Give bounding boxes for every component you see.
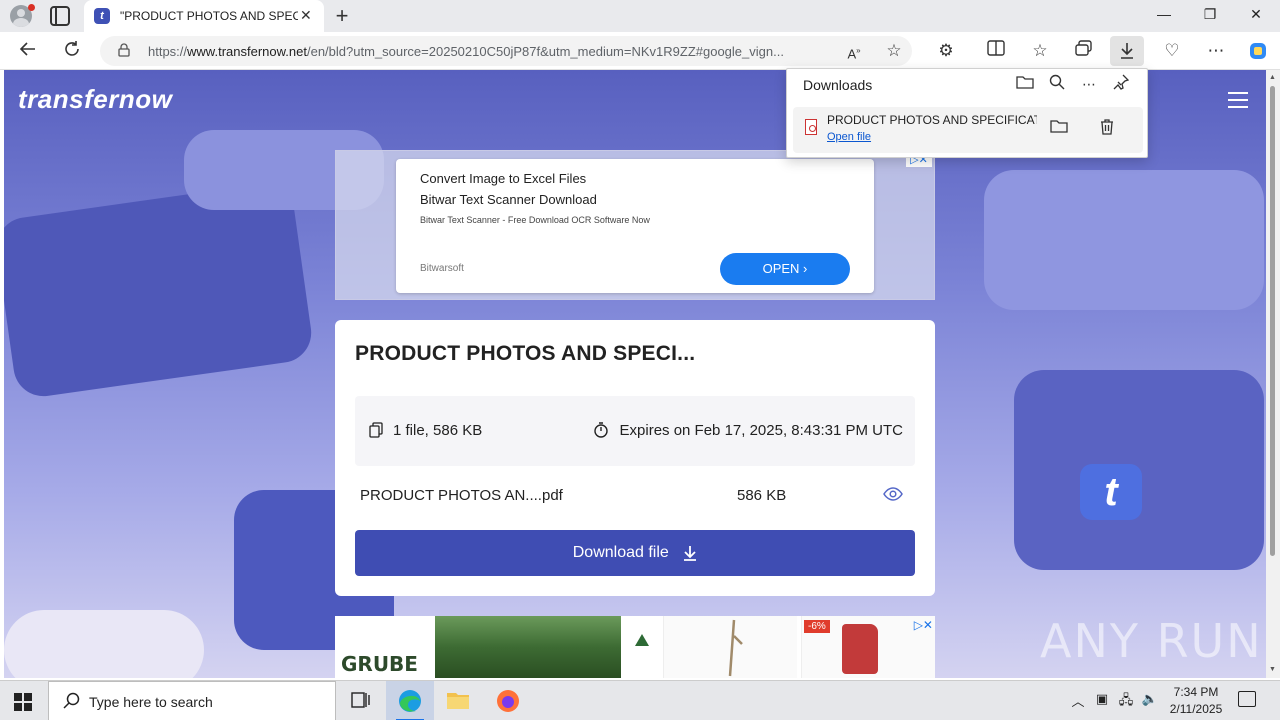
- notifications-icon[interactable]: [1238, 691, 1256, 707]
- bottom-advertisement[interactable]: GRUBE -6% ▷✕: [335, 616, 935, 678]
- scroll-up-arrow-icon[interactable]: ▲: [1269, 74, 1276, 81]
- window-maximize-button[interactable]: ❐: [1200, 6, 1220, 23]
- download-item-name: PRODUCT PHOTOS AND SPECIFICATION: [827, 113, 1037, 127]
- windows-start-icon[interactable]: [14, 693, 32, 711]
- scroll-thumb[interactable]: [1270, 86, 1275, 556]
- lock-icon[interactable]: [118, 43, 130, 57]
- background-cloud: [4, 610, 204, 678]
- downloads-panel-title: Downloads: [803, 77, 873, 93]
- split-screen-icon[interactable]: [984, 40, 1008, 62]
- transfer-title: PRODUCT PHOTOS AND SPECI...: [355, 342, 696, 365]
- ad-description: Bitwar Text Scanner - Free Download OCR …: [420, 215, 650, 225]
- downloads-icon[interactable]: [1110, 36, 1144, 66]
- show-in-folder-icon[interactable]: [1049, 119, 1069, 139]
- tray-device-icon[interactable]: ▣: [1092, 691, 1112, 707]
- pin-downloads-icon[interactable]: [1111, 74, 1131, 94]
- url-prefix: https://: [148, 44, 188, 59]
- file-name: PRODUCT PHOTOS AN....pdf: [360, 487, 563, 504]
- clock-date[interactable]: 2/11/2025: [1166, 702, 1226, 716]
- anyrun-watermark: ANY RUN: [1040, 614, 1263, 668]
- web-page: t transfernow Convert Image to Excel Fil…: [4, 70, 1266, 678]
- tab-actions-icon[interactable]: [50, 6, 70, 26]
- more-menu-icon[interactable]: ⋯: [1204, 40, 1228, 62]
- transfer-card: PRODUCT PHOTOS AND SPECI... 1 file, 586 …: [335, 320, 935, 596]
- download-item[interactable]: PRODUCT PHOTOS AND SPECIFICATION Open fi…: [793, 107, 1143, 153]
- background-illustration: [4, 179, 316, 401]
- tab-close-button[interactable]: ✕: [300, 7, 312, 24]
- page-scrollbar[interactable]: ▲ ▼: [1266, 70, 1280, 678]
- collections-icon[interactable]: [1072, 40, 1096, 62]
- url-text[interactable]: https://www.transfernow.net/en/bld?utm_s…: [148, 44, 788, 59]
- window-close-button[interactable]: ✕: [1246, 6, 1266, 23]
- ad-open-button[interactable]: OPEN ›: [720, 253, 850, 285]
- favorites-icon[interactable]: ☆: [1028, 40, 1052, 62]
- search-placeholder: Type here to search: [89, 694, 213, 710]
- site-logo[interactable]: transfernow: [18, 84, 172, 115]
- copilot-icon[interactable]: [1246, 40, 1270, 62]
- discount-badge: -6%: [804, 620, 830, 633]
- ad-card[interactable]: Convert Image to Excel Files Bitwar Text…: [396, 159, 874, 293]
- pdf-file-icon: [805, 119, 817, 135]
- files-summary: 1 file, 586 KB: [393, 422, 483, 439]
- file-explorer-icon[interactable]: [434, 681, 482, 720]
- favorite-star-icon[interactable]: ☆: [882, 40, 906, 62]
- firefox-icon[interactable]: [484, 681, 532, 720]
- refresh-icon[interactable]: [60, 40, 84, 62]
- window-minimize-button[interactable]: —: [1154, 6, 1174, 22]
- url-path: /en/bld?utm_source=20250210C50jP87f&utm_…: [306, 44, 784, 59]
- browser-tab-active[interactable]: t "PRODUCT PHOTOS AND SPECIFI ✕: [84, 0, 324, 32]
- grube-triangle-icon: [635, 634, 649, 646]
- search-downloads-icon[interactable]: [1047, 74, 1067, 94]
- transfer-info-box: 1 file, 586 KB Expires on Feb 17, 2025, …: [355, 396, 915, 466]
- timer-icon: [594, 422, 608, 438]
- scroll-down-arrow-icon[interactable]: ▼: [1269, 666, 1276, 673]
- tray-chevron-up-icon[interactable]: ︿: [1068, 691, 1088, 710]
- open-file-link[interactable]: Open file: [827, 131, 871, 143]
- new-tab-button[interactable]: +: [330, 3, 354, 29]
- task-view-icon[interactable]: [336, 681, 384, 720]
- transfernow-favicon-icon: t: [94, 8, 110, 24]
- ad-product-boot[interactable]: -6% ▷✕: [801, 616, 935, 678]
- ad-headline[interactable]: Convert Image to Excel Files: [420, 171, 586, 186]
- browser-toolbar: https://www.transfernow.net/en/bld?utm_s…: [0, 32, 1280, 70]
- boot-image: [842, 624, 878, 674]
- clock-time[interactable]: 7:34 PM: [1168, 685, 1224, 699]
- transfernow-t-logo-icon: t: [1080, 464, 1142, 520]
- tab-title: "PRODUCT PHOTOS AND SPECIFI: [120, 9, 298, 23]
- ad-product-tool[interactable]: [663, 616, 797, 678]
- browser-titlebar: t "PRODUCT PHOTOS AND SPECIFI ✕ + — ❐ ✕: [0, 0, 1280, 32]
- expiry-text: Expires on Feb 17, 2025, 8:43:31 PM UTC: [619, 422, 903, 439]
- background-illustration: [984, 170, 1264, 310]
- read-aloud-icon[interactable]: A»: [842, 40, 866, 62]
- url-domain: www.transfernow.net: [187, 44, 307, 59]
- edge-taskbar-icon[interactable]: [386, 681, 434, 720]
- extensions-icon[interactable]: ⚙: [934, 40, 958, 62]
- ad-close-icon[interactable]: ▷✕: [914, 618, 933, 632]
- address-bar[interactable]: https://www.transfernow.net/en/bld?utm_s…: [100, 36, 912, 66]
- delete-trash-icon[interactable]: [1097, 119, 1117, 139]
- taskbar-search-box[interactable]: Type here to search: [48, 681, 336, 720]
- file-size: 586 KB: [737, 487, 787, 504]
- hamburger-menu-icon[interactable]: [1228, 92, 1248, 108]
- downloads-more-options-icon[interactable]: ⋯: [1079, 74, 1099, 94]
- ad-subheadline[interactable]: Bitwar Text Scanner Download: [420, 192, 597, 207]
- browser-essentials-icon[interactable]: ♡: [1160, 40, 1184, 62]
- files-icon: [369, 422, 383, 438]
- download-file-button[interactable]: Download file: [355, 530, 915, 576]
- advertisement-banner[interactable]: Convert Image to Excel Files Bitwar Text…: [335, 150, 935, 300]
- network-icon[interactable]: 🖧: [1116, 691, 1136, 713]
- profile-notification-dot: [28, 4, 35, 11]
- downloads-panel: Downloads ⋯ PRODUCT PHOTOS AND SPECIFICA…: [786, 68, 1148, 158]
- volume-icon[interactable]: 🔈: [1140, 691, 1160, 707]
- back-arrow-icon[interactable]: [16, 40, 40, 62]
- forest-image[interactable]: [435, 616, 621, 678]
- open-downloads-folder-icon[interactable]: [1015, 74, 1035, 94]
- preview-eye-icon[interactable]: [883, 486, 903, 502]
- download-button-label: Download file: [572, 544, 669, 561]
- windows-taskbar: Type here to search ︿ ▣ 🖧 🔈 7:34 PM 2/11…: [0, 680, 1280, 720]
- search-icon: [63, 692, 80, 709]
- grube-logo[interactable]: GRUBE: [341, 652, 418, 676]
- download-arrow-icon: [684, 545, 697, 561]
- ad-brand: Bitwarsoft: [420, 263, 464, 274]
